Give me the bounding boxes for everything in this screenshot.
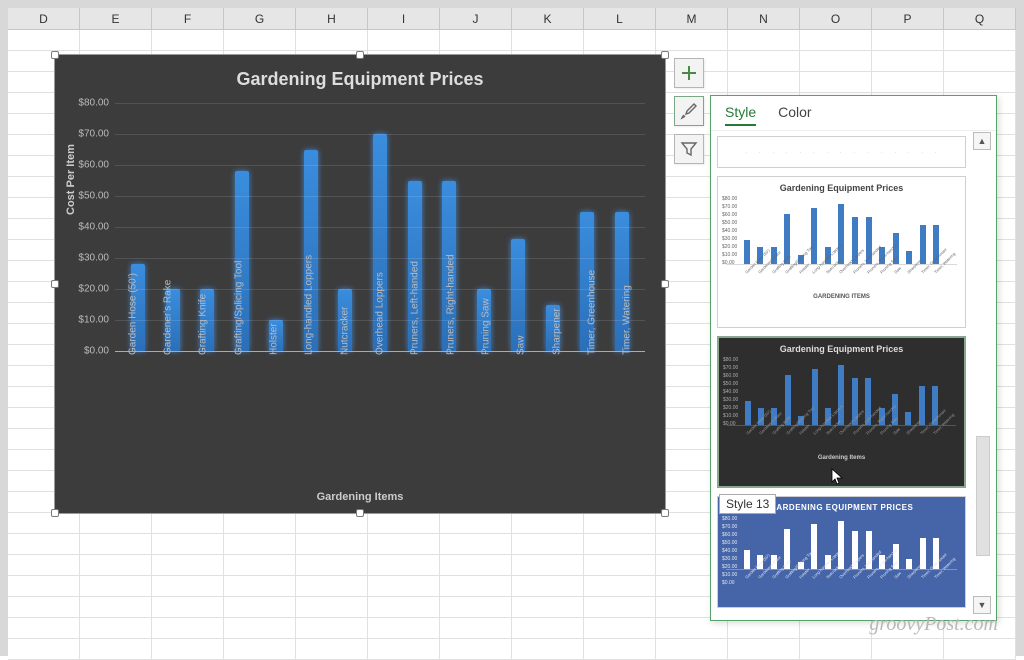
style-thumbnail[interactable]: ··············· (717, 136, 966, 168)
x-tick-label: Timer, Watering (622, 285, 633, 355)
x-tick-label: Pruners, Right-handed (445, 254, 456, 355)
thumb-yaxis: $80.00$70.00$60.00$50.00$40.00$30.00$20.… (722, 195, 737, 267)
col-header[interactable]: E (80, 8, 152, 29)
y-tick: $20.00 (78, 284, 109, 295)
y-tick: $0.00 (84, 346, 109, 357)
col-header[interactable]: N (728, 8, 800, 29)
panel-tabs: Style Color (711, 96, 996, 131)
chart-elements-button[interactable] (674, 58, 704, 88)
thumb-xlabel: GARDENING ITEMS (726, 294, 957, 300)
x-tick-label: Pruning Saw (480, 298, 491, 355)
col-header[interactable]: L (584, 8, 656, 29)
resize-handle[interactable] (51, 280, 59, 288)
style-tooltip: Style 13 (719, 494, 776, 514)
thumb-yaxis: $80.00$70.00$60.00$50.00$40.00$30.00$20.… (722, 515, 737, 587)
x-tick-label: Grafting/Splicing Tool (233, 261, 244, 355)
x-tick-label: Saw (516, 336, 527, 355)
y-tick: $10.00 (78, 315, 109, 326)
scrollbar[interactable]: ▲ ▼ (972, 132, 992, 614)
scroll-thumb[interactable] (976, 436, 990, 556)
y-axis-label[interactable]: Cost Per Item (65, 144, 77, 215)
resize-handle[interactable] (356, 509, 364, 517)
y-tick: $70.00 (78, 129, 109, 140)
resize-handle[interactable] (356, 51, 364, 59)
col-header[interactable]: G (224, 8, 296, 29)
col-header[interactable]: J (440, 8, 512, 29)
thumb-yaxis: $80.00$70.00$60.00$50.00$40.00$30.00$20.… (723, 356, 738, 428)
col-header[interactable]: F (152, 8, 224, 29)
brush-icon (680, 102, 698, 120)
style-thumbnail-dark[interactable]: Gardening Equipment Prices $80.00$70.00$… (717, 336, 966, 488)
resize-handle[interactable] (661, 51, 669, 59)
resize-handle[interactable] (51, 51, 59, 59)
resize-handle[interactable] (661, 509, 669, 517)
x-tick-label: Nutcracker (339, 307, 350, 355)
y-tick: $60.00 (78, 160, 109, 171)
chart-bar[interactable] (511, 239, 525, 351)
chart-filters-button[interactable] (674, 134, 704, 164)
funnel-icon (680, 140, 698, 158)
thumb-title: Gardening Equipment Prices (726, 183, 957, 193)
chart-styles-panel: Style Color ··············· Gardening Eq… (710, 95, 997, 621)
style-thumbnail-light[interactable]: Gardening Equipment Prices $80.00$70.00$… (717, 176, 966, 328)
col-header[interactable]: I (368, 8, 440, 29)
x-tick-label: Grafting Knife (198, 294, 209, 355)
x-tick-label: Gardener's Rake (162, 280, 173, 355)
scroll-up-button[interactable]: ▲ (973, 132, 991, 150)
x-axis-label[interactable]: Gardening Items (55, 491, 665, 503)
chart-title[interactable]: Gardening Equipment Prices (55, 55, 665, 98)
resize-handle[interactable] (51, 509, 59, 517)
x-tick-label: Timer, Greenhouse (586, 270, 597, 355)
x-tick-label: Long-handled Loppers (304, 255, 315, 355)
x-tick-label: Overhead Loppers (374, 272, 385, 355)
x-tick-label: Pruners, Left-handed (410, 261, 421, 355)
y-tick: $50.00 (78, 191, 109, 202)
scroll-down-button[interactable]: ▼ (973, 596, 991, 614)
col-header[interactable]: M (656, 8, 728, 29)
chart-styles-button[interactable] (674, 96, 704, 126)
col-header[interactable]: P (872, 8, 944, 29)
column-headers: D E F G H I J K L M N O P Q (8, 8, 1016, 30)
x-tick-label: Holster (268, 323, 279, 355)
y-tick: $30.00 (78, 253, 109, 264)
chart-object[interactable]: Gardening Equipment Prices Cost Per Item… (54, 54, 666, 514)
y-tick: $80.00 (78, 98, 109, 109)
col-header[interactable]: Q (944, 8, 1016, 29)
plus-icon (680, 64, 698, 82)
x-tick-label: Garden Hose (50') (127, 273, 138, 355)
chart-context-buttons (674, 58, 704, 164)
thumb-title: Gardening Equipment Prices (727, 344, 956, 354)
app-frame: D E F G H I J K L M N O P Q Gardening Eq… (0, 0, 1024, 656)
styles-list[interactable]: ··············· Gardening Equipment Pric… (717, 132, 966, 614)
thumb-xlabel: Gardening Items (727, 455, 956, 461)
col-header[interactable]: D (8, 8, 80, 29)
col-header[interactable]: O (800, 8, 872, 29)
tab-color[interactable]: Color (778, 104, 811, 126)
y-tick: $40.00 (78, 222, 109, 233)
col-header[interactable]: K (512, 8, 584, 29)
col-header[interactable]: H (296, 8, 368, 29)
watermark: groovyPost.com (869, 613, 998, 636)
x-axis-ticks: Garden Hose (50')Gardener's RakeGrafting… (115, 353, 645, 479)
cursor-icon (831, 468, 845, 486)
tab-style[interactable]: Style (725, 104, 756, 126)
resize-handle[interactable] (661, 280, 669, 288)
x-tick-label: Sharpener (551, 308, 562, 355)
